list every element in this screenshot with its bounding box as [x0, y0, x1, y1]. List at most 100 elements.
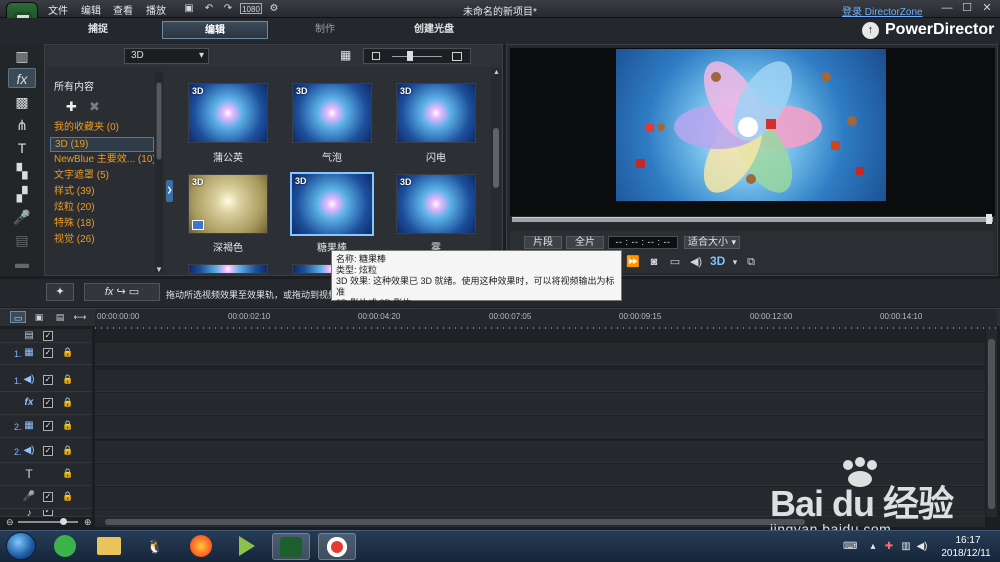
magic-fx-button[interactable]: ✦: [46, 283, 74, 301]
upload-arrow-icon[interactable]: ↑: [862, 22, 879, 39]
taskbar-firefox-icon[interactable]: [182, 533, 220, 560]
track-manager-icon[interactable]: ▤: [52, 311, 68, 323]
minimize-icon[interactable]: —: [939, 2, 955, 15]
timeline-zoom-slider[interactable]: ⊖ ⊕: [4, 517, 92, 527]
menu-file[interactable]: 文件: [48, 2, 68, 17]
settings-gear-icon[interactable]: ⚙: [268, 3, 280, 14]
storyboard-view-icon[interactable]: ▣: [31, 311, 47, 323]
close-icon[interactable]: ✕: [979, 2, 995, 15]
lock-icon[interactable]: 🔒: [62, 468, 73, 479]
effect-thumb-fog[interactable]: 3D: [396, 174, 476, 234]
effect-thumb-lightning[interactable]: 3D: [396, 83, 476, 143]
effect-thumb-bubble[interactable]: 3D: [292, 83, 372, 143]
directorzone-login-link[interactable]: 登录 DirectorZone: [842, 3, 923, 18]
tab-create-disc[interactable]: 创建光盘: [381, 21, 487, 39]
clock-time[interactable]: 16:17: [946, 535, 990, 546]
zoom-out-icon[interactable]: ⊖: [6, 517, 14, 528]
timecode-display[interactable]: -- : -- : -- : --: [608, 236, 678, 249]
large-thumbnail-icon[interactable]: [452, 52, 462, 61]
tree-scrollbar[interactable]: [155, 72, 163, 272]
display-icon[interactable]: ▭: [668, 255, 682, 269]
lock-icon[interactable]: 🔒: [62, 347, 73, 358]
category-text-mask[interactable]: 文字遮罩 (5): [50, 169, 154, 184]
title-room-icon[interactable]: T: [8, 138, 36, 158]
collapse-tree-button[interactable]: ❯: [166, 180, 173, 202]
3d-mode-toggle[interactable]: 3D: [710, 254, 725, 268]
menu-edit[interactable]: 编辑: [81, 2, 101, 17]
track-lane[interactable]: [95, 343, 985, 365]
fx-room-icon[interactable]: fx: [8, 68, 36, 88]
tray-expand-icon[interactable]: ▴: [866, 540, 880, 553]
effect-thumb-sepia[interactable]: 3D: [188, 174, 268, 234]
pip-room-icon[interactable]: ▩: [8, 92, 36, 112]
preview-scrubber[interactable]: [512, 217, 993, 222]
zoom-in-icon[interactable]: ⊕: [84, 517, 92, 528]
small-thumbnail-icon[interactable]: [372, 52, 380, 60]
track-lane[interactable]: [95, 416, 985, 438]
clock-date[interactable]: 2018/12/11: [938, 548, 994, 559]
undo-icon[interactable]: ↶: [203, 3, 215, 14]
particle-room-icon[interactable]: ⋔: [8, 115, 36, 135]
lock-icon[interactable]: 🔒: [62, 420, 73, 431]
voiceover-room-icon[interactable]: 🎤: [8, 207, 36, 227]
track-enable-checkbox[interactable]: ✓: [43, 331, 53, 341]
track-enable-checkbox[interactable]: ✓: [43, 398, 53, 408]
taskbar-recorder-icon[interactable]: [318, 533, 356, 560]
taskbar-explorer-icon[interactable]: [90, 533, 128, 560]
category-special[interactable]: 特殊 (18): [50, 217, 154, 232]
taskbar-qq-icon[interactable]: 🐧: [136, 533, 174, 560]
grid-view-icon[interactable]: ▦: [340, 49, 353, 62]
audio-mixing-room-icon[interactable]: ▞: [8, 184, 36, 204]
lock-icon[interactable]: 🔒: [62, 445, 73, 456]
add-tag-icon[interactable]: ✚: [66, 99, 80, 114]
maximize-icon[interactable]: ☐: [959, 2, 975, 15]
clip-mode-button[interactable]: 片段: [524, 236, 562, 249]
effect-thumb-dandelion[interactable]: 3D: [188, 83, 268, 143]
snapshot-camera-icon[interactable]: ◙: [647, 255, 661, 269]
lock-icon[interactable]: 🔒: [62, 374, 73, 385]
effect-thumb-candy-cane[interactable]: 3D: [290, 172, 374, 236]
save-icon[interactable]: ▣: [183, 3, 195, 14]
track-enable-checkbox[interactable]: ✓: [43, 446, 53, 456]
menu-play[interactable]: 播放: [146, 2, 166, 17]
track-lane[interactable]: [95, 510, 985, 517]
media-room-icon[interactable]: ▥: [8, 46, 36, 66]
delete-tag-icon[interactable]: ✖: [89, 99, 103, 114]
fast-forward-icon[interactable]: ⏩: [626, 255, 640, 269]
category-style[interactable]: 样式 (39): [50, 185, 154, 200]
tray-keyboard-icon[interactable]: ⌨: [843, 540, 857, 553]
track-enable-checkbox[interactable]: ✓: [43, 421, 53, 431]
tab-produce[interactable]: 制作: [272, 21, 378, 39]
library-scroll-up-icon[interactable]: ▲: [493, 69, 500, 76]
menu-view[interactable]: 查看: [113, 2, 133, 17]
track-lane[interactable]: [95, 487, 985, 509]
thumbnail-size-slider[interactable]: [363, 48, 471, 64]
3d-dropdown-icon[interactable]: ▾: [728, 255, 742, 269]
start-button[interactable]: [6, 532, 36, 560]
category-favorites[interactable]: 我的收藏夹 (0): [50, 121, 154, 136]
category-newblue[interactable]: NewBlue 主要效... (10): [50, 153, 154, 168]
track-enable-checkbox[interactable]: ✓: [43, 510, 53, 516]
tray-security-icon[interactable]: ✚: [882, 540, 896, 553]
tab-edit[interactable]: 编辑: [162, 21, 268, 39]
track-lane[interactable]: [95, 441, 985, 463]
scrub-end-marker[interactable]: [986, 214, 992, 224]
taskbar-powerdirector-icon[interactable]: [272, 533, 310, 560]
slider-knob[interactable]: [407, 51, 413, 61]
track-enable-checkbox[interactable]: ✓: [43, 348, 53, 358]
lock-icon[interactable]: 🔒: [62, 491, 73, 502]
category-3d[interactable]: 3D (19): [50, 137, 154, 152]
volume-icon[interactable]: ◀): [689, 255, 703, 269]
tray-volume-icon[interactable]: ◀): [915, 540, 929, 553]
tree-scroll-down-icon[interactable]: ▼: [155, 265, 163, 274]
fit-size-select[interactable]: 适合大小: [684, 236, 740, 249]
timeline-vertical-scrollbar[interactable]: [986, 329, 997, 517]
category-particle[interactable]: 炫粒 (20): [50, 201, 154, 216]
taskbar-360-icon[interactable]: [46, 533, 84, 560]
tray-network-icon[interactable]: ▥: [899, 540, 913, 553]
lock-icon[interactable]: 🔒: [62, 397, 73, 408]
transition-room-icon[interactable]: ▚: [8, 161, 36, 181]
redo-icon[interactable]: ↷: [222, 3, 234, 14]
timeline-horizontal-scrollbar[interactable]: [95, 517, 985, 527]
timeline-view-icon[interactable]: ▭: [10, 311, 26, 323]
